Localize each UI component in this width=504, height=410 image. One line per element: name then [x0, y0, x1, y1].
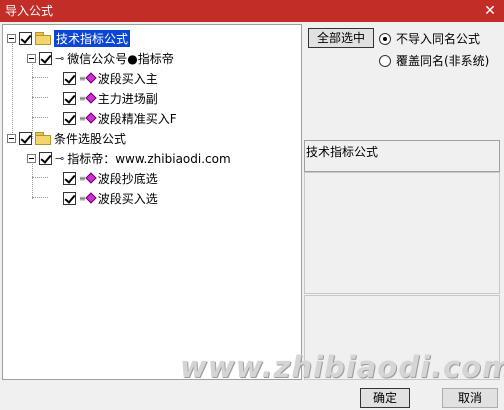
tree-item-label[interactable]: 波段买入选: [98, 190, 158, 207]
item-checkbox[interactable]: [63, 71, 76, 85]
item-checkbox[interactable]: [63, 91, 76, 105]
subgroup-checkbox[interactable]: [39, 151, 52, 165]
ok-button[interactable]: 确定: [360, 388, 410, 408]
tree-line: [12, 39, 13, 137]
tree-subgroup-label[interactable]: 指标帝：www.zhibiaodi.com: [67, 150, 230, 167]
tree-line: [32, 77, 48, 78]
tree-item-label[interactable]: 波段买入主: [98, 70, 158, 87]
info-panel-title: 技术指标公式: [306, 145, 379, 159]
item-checkbox[interactable]: [63, 191, 76, 205]
radio-label: 覆盖同名(非系统): [396, 54, 490, 68]
tree-item-label[interactable]: 波段抄底选: [98, 170, 158, 187]
tree-subgroup[interactable]: ⊸ 微信公众号●指标帝: [27, 48, 174, 68]
tree-line: [32, 117, 48, 118]
radio-button[interactable]: [379, 54, 391, 67]
radio-button[interactable]: [379, 32, 391, 45]
item-checkbox[interactable]: [63, 171, 76, 185]
tree-subgroup-label[interactable]: 微信公众号●指标帝: [67, 50, 173, 67]
close-icon[interactable]: ✕: [482, 3, 498, 19]
tree-group-technical[interactable]: 技术指标公式: [7, 28, 131, 48]
item-checkbox[interactable]: [63, 111, 76, 125]
folder-icon: [35, 32, 51, 45]
key-icon: ⊸: [55, 151, 65, 165]
tree-item-label[interactable]: 波段精准买入F: [98, 110, 177, 127]
group-checkbox[interactable]: [19, 31, 32, 45]
tree-line: [32, 97, 48, 98]
formula-icon: ≡: [79, 72, 97, 84]
watermark-text: www.zhibiaodi.com: [180, 350, 504, 384]
key-icon: ⊸: [55, 51, 65, 65]
tree-line: [32, 59, 33, 139]
collapse-icon[interactable]: [27, 53, 36, 63]
radio-overwrite[interactable]: 覆盖同名(非系统): [379, 52, 489, 69]
collapse-icon[interactable]: [7, 133, 16, 143]
formula-tree[interactable]: 技术指标公式 ⊸ 微信公众号●指标帝 ≡ 波段买入主 ≡ 主力进场副 ≡ 波段精…: [2, 24, 302, 380]
collapse-icon[interactable]: [7, 33, 16, 43]
tree-group-label[interactable]: 条件选股公式: [54, 130, 126, 147]
tree-item[interactable]: ≡ 主力进场副: [63, 88, 158, 108]
formula-icon: ≡: [79, 112, 97, 124]
tree-line: [32, 197, 48, 198]
tree-group-screening[interactable]: 条件选股公式: [7, 128, 126, 148]
tree-item[interactable]: ≡ 波段买入选: [63, 188, 158, 208]
subgroup-checkbox[interactable]: [39, 51, 52, 65]
window-title: 导入公式: [5, 4, 54, 18]
cancel-button[interactable]: 取消: [442, 388, 498, 408]
tree-item[interactable]: ≡ 波段抄底选: [63, 168, 158, 188]
tree-item[interactable]: ≡ 波段买入主: [63, 68, 158, 88]
select-all-button[interactable]: 全部选中: [308, 28, 374, 48]
radio-label: 不导入同名公式: [396, 32, 481, 46]
radio-skip-duplicates[interactable]: 不导入同名公式: [379, 30, 480, 47]
tree-subgroup[interactable]: ⊸ 指标帝：www.zhibiaodi.com: [27, 148, 231, 168]
formula-icon: ≡: [79, 172, 97, 184]
title-bar: 导入公式 ✕: [0, 0, 504, 22]
group-checkbox[interactable]: [19, 131, 32, 145]
formula-icon: ≡: [79, 192, 97, 204]
collapse-icon[interactable]: [27, 153, 36, 163]
tree-item-label[interactable]: 主力进场副: [98, 90, 158, 107]
description-panel: [304, 172, 500, 294]
formula-icon: ≡: [79, 92, 97, 104]
tree-group-label[interactable]: 技术指标公式: [54, 29, 131, 47]
tree-item[interactable]: ≡ 波段精准买入F: [63, 108, 177, 128]
folder-icon: [35, 132, 51, 145]
tree-line: [32, 177, 48, 178]
